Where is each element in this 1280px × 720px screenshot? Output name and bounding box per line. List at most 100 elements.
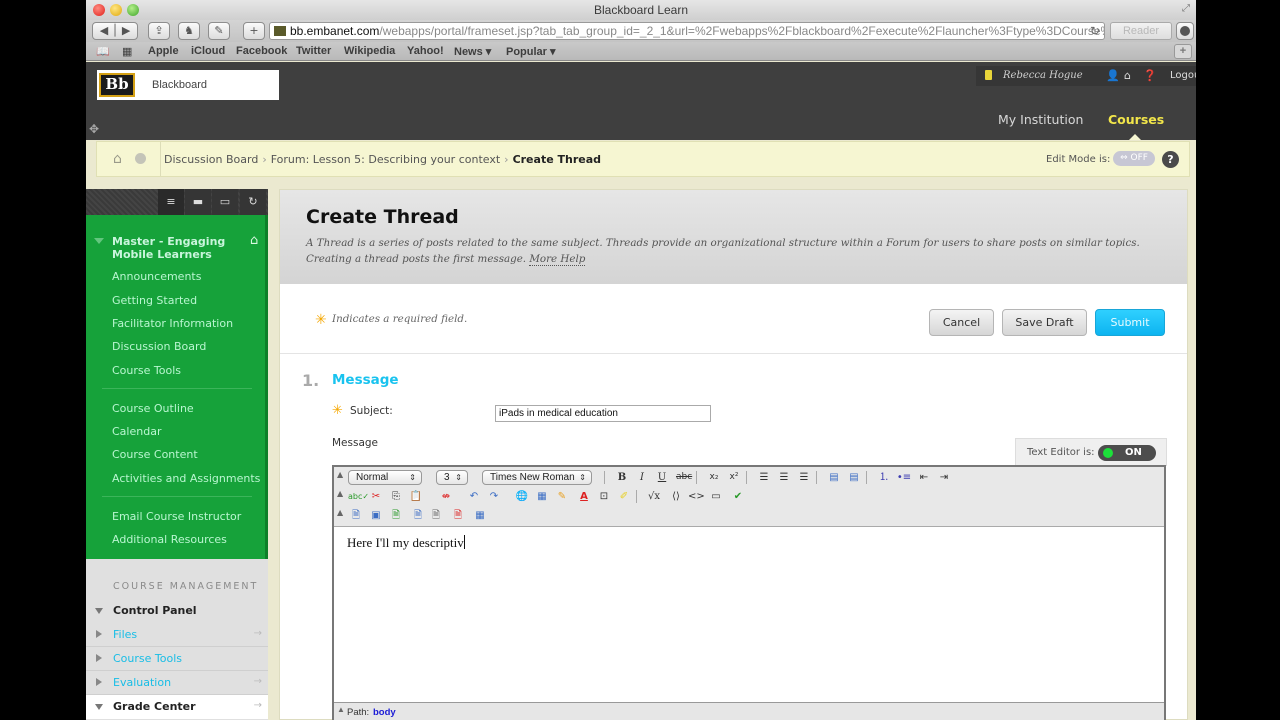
add-bookmark-button[interactable]: + xyxy=(1174,44,1192,59)
panel-item-grade-center[interactable]: Grade Center → xyxy=(86,695,268,719)
logout-link[interactable]: Logout xyxy=(1170,70,1196,81)
bookmark-twitter[interactable]: Twitter xyxy=(296,45,331,57)
back-icon[interactable]: ◀ xyxy=(100,24,108,37)
font-family-select[interactable]: Times New Roman ⇕ xyxy=(482,470,592,485)
panel-item-evaluation[interactable]: Evaluation → xyxy=(86,671,268,695)
top-sites-icon[interactable]: ▦ xyxy=(122,45,132,58)
user-name[interactable]: Rebecca Hogue xyxy=(1003,70,1083,81)
panel-item-course-tools[interactable]: Course Tools xyxy=(86,647,268,671)
breadcrumb-discussion-board[interactable]: Discussion Board xyxy=(164,153,258,166)
numbered-list-icon[interactable]: ⒈ xyxy=(876,470,892,485)
embed-code-icon[interactable]: ⟨⟩ xyxy=(668,489,684,504)
font-size-select[interactable]: 3 ⇕ xyxy=(436,470,468,485)
reload-icon[interactable]: ↻ xyxy=(1090,23,1100,39)
background-color-icon[interactable]: ✐ xyxy=(616,489,632,504)
format-select[interactable]: Normal ⇕ xyxy=(348,470,422,485)
path-value[interactable]: body xyxy=(373,707,396,718)
bulleted-list-icon[interactable]: •≡ xyxy=(896,470,912,485)
cut-icon[interactable]: ✂ xyxy=(368,489,384,504)
sidebar-item-course-outline[interactable]: Course Outline xyxy=(112,402,194,415)
wrench-button[interactable]: ✎ xyxy=(208,22,230,40)
bookmark-news[interactable]: News ▾ xyxy=(454,45,491,58)
bookmark-icloud[interactable]: iCloud xyxy=(191,45,225,57)
underline-icon[interactable]: U xyxy=(654,470,670,485)
course-home-icon[interactable]: ⌂ xyxy=(250,233,258,248)
align-left-icon[interactable]: ☰ xyxy=(756,470,772,485)
downloads-button[interactable] xyxy=(1176,22,1194,40)
copy-icon[interactable]: ⎘ xyxy=(388,489,404,504)
collapse-icon[interactable] xyxy=(94,238,104,244)
course-title[interactable]: Master - Engaging Mobile Learners xyxy=(112,235,232,261)
increase-indent-icon[interactable]: ⇥ xyxy=(936,470,952,485)
undo-icon[interactable]: ↶ xyxy=(466,489,482,504)
help-icon[interactable]: ❓ xyxy=(1143,69,1157,82)
refresh-icon[interactable]: ↻ xyxy=(240,189,266,215)
tab-courses[interactable]: Courses xyxy=(1108,112,1164,127)
text-color-icon[interactable]: A xyxy=(576,489,592,504)
folder-view-icon[interactable]: ▬ xyxy=(185,189,211,215)
sidebar-item-announcements[interactable]: Announcements xyxy=(112,270,201,283)
reader-button[interactable]: Reader xyxy=(1110,22,1172,40)
redo-icon[interactable]: ↷ xyxy=(486,489,502,504)
back-forward-buttons[interactable]: ◀ │ ▶ xyxy=(92,22,138,40)
insert-media-icon[interactable]: ⊡ xyxy=(596,489,612,504)
bold-icon[interactable]: B xyxy=(614,470,630,485)
highlight-pen-icon[interactable]: ✎ xyxy=(554,489,570,504)
sidebar-item-getting-started[interactable]: Getting Started xyxy=(112,294,197,307)
insert-link-globe-icon[interactable]: 🌐 xyxy=(514,489,530,504)
breadcrumb-menu-icon[interactable] xyxy=(135,153,146,164)
insert-mashup-icon[interactable]: 🗎 xyxy=(450,508,466,523)
sidebar-item-facilitator-information[interactable]: Facilitator Information xyxy=(112,317,233,330)
superscript-icon[interactable]: x² xyxy=(726,470,742,485)
reading-list-icon[interactable]: 📖 xyxy=(96,45,110,58)
text-editor-toggle[interactable]: ON xyxy=(1098,445,1156,461)
strikethrough-icon[interactable]: abc xyxy=(676,470,692,485)
math-equation-icon[interactable]: √x xyxy=(646,489,662,504)
align-right-icon[interactable]: ☰ xyxy=(796,470,812,485)
sidebar-item-email-instructor[interactable]: Email Course Instructor xyxy=(112,510,241,523)
edit-mode-toggle[interactable]: ⇔ OFF xyxy=(1113,151,1155,166)
collapse-row-icon[interactable]: ▲ xyxy=(337,470,343,479)
cancel-button[interactable]: Cancel xyxy=(929,309,994,336)
preview-icon[interactable]: ▭ xyxy=(708,489,724,504)
sidebar-item-course-content[interactable]: Course Content xyxy=(112,448,198,461)
bookmark-apple[interactable]: Apple xyxy=(148,45,179,57)
subscript-icon[interactable]: x₂ xyxy=(706,470,722,485)
sidebar-item-discussion-board[interactable]: Discussion Board xyxy=(112,340,206,353)
help-button[interactable]: ? xyxy=(1162,151,1179,168)
sidebar-item-course-tools[interactable]: Course Tools xyxy=(112,364,181,377)
collapse-status-icon[interactable]: ▲ xyxy=(337,705,345,714)
italic-icon[interactable]: I xyxy=(634,470,650,485)
sidebar-item-activities-assignments[interactable]: Activities and Assignments xyxy=(112,472,260,485)
bookmark-wikipedia[interactable]: Wikipedia xyxy=(344,45,395,57)
forward-icon[interactable]: ▶ xyxy=(122,24,130,37)
collapse-row-icon[interactable]: ▲ xyxy=(337,489,343,498)
tab-my-institution[interactable]: My Institution xyxy=(998,112,1083,127)
panel-item-files[interactable]: Files → xyxy=(86,623,268,647)
decrease-indent-icon[interactable]: ⇤ xyxy=(916,470,932,485)
move-handle-icon[interactable]: ✥ xyxy=(89,122,99,136)
new-tab-button[interactable]: + xyxy=(243,22,265,40)
collapse-row-icon[interactable]: ▲ xyxy=(337,508,343,517)
insert-template-icon[interactable]: ▦ xyxy=(472,508,488,523)
control-panel-header[interactable]: Control Panel xyxy=(86,599,268,623)
insert-image-icon[interactable]: ▣ xyxy=(368,508,384,523)
address-bar[interactable]: bb.embanet.com/webapps/portal/frameset.j… xyxy=(269,22,1105,40)
attach-file-icon[interactable]: 🗎 xyxy=(348,508,364,523)
sidebar-item-calendar[interactable]: Calendar xyxy=(112,425,161,438)
bookmark-facebook[interactable]: Facebook xyxy=(236,45,287,57)
submit-button[interactable]: Submit xyxy=(1095,309,1165,336)
window-view-icon[interactable]: ▭ xyxy=(212,189,238,215)
share-button[interactable]: ⇪ xyxy=(148,22,170,40)
fullscreen-icon[interactable]: ⤢ xyxy=(1182,3,1190,14)
paste-icon[interactable]: 📋 xyxy=(408,489,424,504)
course-menu-view-icon[interactable]: ≡ xyxy=(158,189,184,215)
save-draft-button[interactable]: Save Draft xyxy=(1002,309,1087,336)
evernote-button[interactable]: ♞ xyxy=(178,22,200,40)
breadcrumb-forum[interactable]: Forum: Lesson 5: Describing your context xyxy=(271,153,500,166)
insert-flash-icon[interactable]: 🗎 xyxy=(388,508,404,523)
profile-icon[interactable]: 👤 xyxy=(1106,69,1120,82)
insert-table-icon[interactable]: ▦ xyxy=(534,489,550,504)
bookmark-yahoo[interactable]: Yahoo! xyxy=(407,45,444,57)
insert-video-icon[interactable]: 🗎 xyxy=(410,508,426,523)
